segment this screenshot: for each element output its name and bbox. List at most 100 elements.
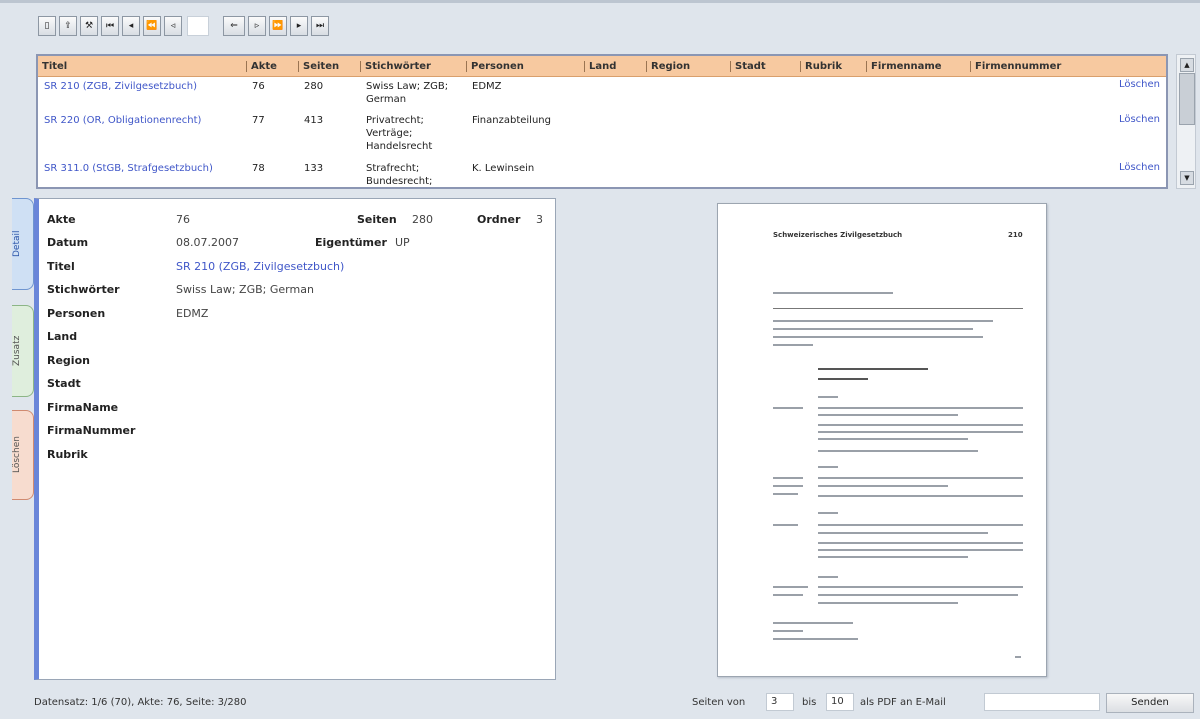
column-header-seiten[interactable]: Seiten [298, 60, 360, 72]
tab-detail[interactable]: Detail [12, 198, 34, 290]
previous-record-button[interactable]: ◂ [122, 16, 140, 36]
stichwoerter-label: Stichwörter [47, 283, 120, 296]
last-icon: ⏭ [315, 21, 325, 31]
row-akte: 77 [252, 115, 265, 126]
pdf-email-label: als PDF an E-Mail [860, 697, 946, 708]
seiten-value: 280 [412, 213, 433, 226]
column-header-land[interactable]: Land [584, 60, 646, 72]
pages-from-label: Seiten von [692, 697, 746, 708]
delete-row-link[interactable]: Löschen [1119, 162, 1160, 173]
page-step-button[interactable]: ▹ [248, 16, 266, 36]
column-header-region[interactable]: Region [646, 60, 730, 72]
region-label: Region [47, 354, 90, 367]
pages-to-input[interactable]: 10 [826, 693, 854, 711]
select-column-button[interactable]: ▯ [38, 16, 56, 36]
column-header-akte[interactable]: Akte [246, 60, 298, 72]
delete-row-link[interactable]: Löschen [1119, 114, 1160, 125]
personen-label: Personen [47, 307, 106, 320]
fast-forward-icon: ⏩ [272, 21, 284, 31]
results-table: Titel Akte Seiten Stichwörter Personen L… [36, 54, 1168, 189]
tab-delete[interactable]: Löschen [12, 410, 34, 500]
ordner-label: Ordner [477, 213, 521, 226]
eigentuemer-label: Eigentümer [315, 236, 387, 249]
pages-to-label: bis [802, 697, 817, 708]
column-header-firmenname[interactable]: Firmenname [866, 60, 970, 72]
row-akte: 76 [252, 81, 265, 92]
scroll-down-icon[interactable]: ▼ [1180, 171, 1194, 185]
step-back-button[interactable]: ◃ [164, 16, 182, 36]
next-icon: ▸ [296, 21, 302, 31]
column-header-titel[interactable]: Titel [38, 61, 246, 72]
titel-label: Titel [47, 260, 75, 273]
record-status-text: Datensatz: 1/6 (70), Akte: 76, Seite: 3/… [34, 697, 247, 708]
row-personen: EDMZ [472, 81, 502, 92]
table-row[interactable]: SR 210 (ZGB, Zivilgesetzbuch) 76 280 Swi… [38, 77, 1166, 112]
datum-label: Datum [47, 236, 89, 249]
eigentuemer-value: UP [395, 236, 410, 249]
tools-icon: ⚒ [84, 21, 94, 31]
akte-label: Akte [47, 213, 76, 226]
page-back-button[interactable]: ⇐ [223, 16, 245, 36]
tab-extra[interactable]: Zusatz [12, 305, 34, 397]
stichwoerter-value: Swiss Law; ZGB; German [176, 283, 314, 296]
land-label: Land [47, 330, 78, 343]
column-header-rubrik[interactable]: Rubrik [800, 60, 866, 72]
row-titel[interactable]: SR 220 (OR, Obligationenrecht) [38, 114, 246, 160]
rubrik-label: Rubrik [47, 448, 88, 461]
column-header-stadt[interactable]: Stadt [730, 60, 800, 72]
stadt-label: Stadt [47, 377, 81, 390]
preview-header-title: Schweizerisches Zivilgesetzbuch [773, 231, 903, 239]
row-stichwoerter: Strafrecht; Bundesrecht; [366, 163, 433, 187]
row-seiten: 280 [304, 81, 324, 92]
scroll-up-icon[interactable]: ▲ [1180, 58, 1194, 72]
row-titel[interactable]: SR 311.0 (StGB, Strafgesetzbuch) [38, 162, 246, 187]
datum-value: 08.07.2007 [176, 236, 239, 249]
pages-from-input[interactable]: 3 [766, 693, 794, 711]
row-titel[interactable]: SR 210 (ZGB, Zivilgesetzbuch) [38, 80, 246, 112]
page-back-icon: ⇐ [230, 21, 238, 31]
export-icon: ⇪ [64, 21, 72, 31]
table-row[interactable]: SR 220 (OR, Obligationenrecht) 77 413 Pr… [38, 112, 1166, 160]
tools-button[interactable]: ⚒ [80, 16, 98, 36]
column-header-stichwoerter[interactable]: Stichwörter [360, 60, 466, 72]
row-seiten: 413 [304, 115, 324, 126]
first-record-button[interactable]: ⏮ [101, 16, 119, 36]
row-stichwoerter: Privatrecht; Verträge; Handelsrecht [366, 115, 433, 152]
previous-icon: ◂ [128, 21, 134, 31]
rewind-icon: ⏪ [146, 21, 158, 31]
column-header-personen[interactable]: Personen [466, 60, 584, 72]
jump-back-button[interactable]: ⏪ [143, 16, 161, 36]
table-scrollbar[interactable]: ▲ ▼ [1176, 54, 1196, 189]
record-toolbar: ▯ ⇪ ⚒ ⏮ ◂ ⏪ ◃ ⇐ ▹ ⏩ ▸ ⏭ [38, 14, 332, 38]
firmennummer-label: FirmaNummer [47, 424, 136, 437]
row-stichwoerter: Swiss Law; ZGB; German [366, 81, 449, 105]
seiten-label: Seiten [357, 213, 397, 226]
document-preview[interactable]: Schweizerisches Zivilgesetzbuch 210 [717, 203, 1047, 677]
email-input[interactable] [984, 693, 1100, 711]
record-detail-panel: Akte 76 Seiten 280 Ordner 3 Datum 08.07.… [34, 198, 556, 680]
row-personen: Finanzabteilung [472, 115, 551, 126]
ordner-value: 3 [536, 213, 543, 226]
table-row[interactable]: SR 311.0 (StGB, Strafgesetzbuch) 78 133 … [38, 160, 1166, 187]
send-button[interactable]: Senden [1106, 693, 1194, 713]
record-number-input[interactable] [187, 16, 209, 36]
window-top-border [0, 0, 1200, 3]
page-jump-button[interactable]: ⏩ [269, 16, 287, 36]
column-header-firmennummer[interactable]: Firmennummer [970, 60, 1090, 72]
row-akte: 78 [252, 163, 265, 174]
personen-value: EDMZ [176, 307, 209, 320]
titel-value-link[interactable]: SR 210 (ZGB, Zivilgesetzbuch) [176, 260, 344, 274]
preview-header-number: 210 [1008, 231, 1023, 239]
page-last-button[interactable]: ⏭ [311, 16, 329, 36]
step-forward-icon: ▹ [254, 21, 260, 31]
delete-row-link[interactable]: Löschen [1119, 79, 1160, 90]
scroll-thumb[interactable] [1179, 73, 1195, 125]
export-button[interactable]: ⇪ [59, 16, 77, 36]
first-icon: ⏮ [105, 21, 115, 31]
table-header: Titel Akte Seiten Stichwörter Personen L… [38, 56, 1166, 77]
column-icon: ▯ [44, 21, 50, 31]
row-seiten: 133 [304, 163, 324, 174]
row-personen: K. Lewinsein [472, 163, 535, 174]
akte-value: 76 [176, 213, 190, 226]
page-next-button[interactable]: ▸ [290, 16, 308, 36]
